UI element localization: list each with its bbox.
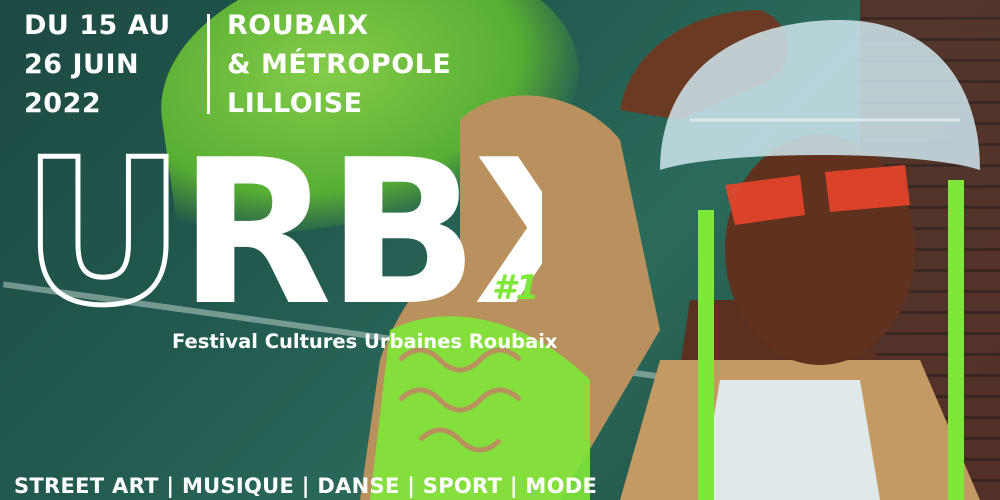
location-line: LILLOISE <box>227 88 363 119</box>
location-line: & MÉTROPOLE <box>227 49 452 80</box>
festival-dates: DU 15 AU 26 JUIN 2022 <box>24 6 171 123</box>
festival-subtitle: Festival Cultures Urbaines Roubaix <box>172 330 558 353</box>
disciplines-list: STREET ART | MUSIQUE | DANSE | SPORT | M… <box>14 474 598 498</box>
dates-line: 2022 <box>24 88 102 119</box>
dates-line: DU 15 AU <box>24 10 171 41</box>
urbx-logo: URBX <box>22 132 542 322</box>
dates-line: 26 JUIN <box>24 49 140 80</box>
logo-letter-u: URBX <box>22 132 542 322</box>
edition-number: #1 <box>492 268 540 308</box>
festival-location: ROUBAIX & MÉTROPOLE LILLOISE <box>227 6 451 123</box>
location-line: ROUBAIX <box>227 10 369 41</box>
festival-poster: DU 15 AU 26 JUIN 2022 ROUBAIX & MÉTROPOL… <box>0 0 1000 500</box>
header-divider <box>207 14 210 114</box>
